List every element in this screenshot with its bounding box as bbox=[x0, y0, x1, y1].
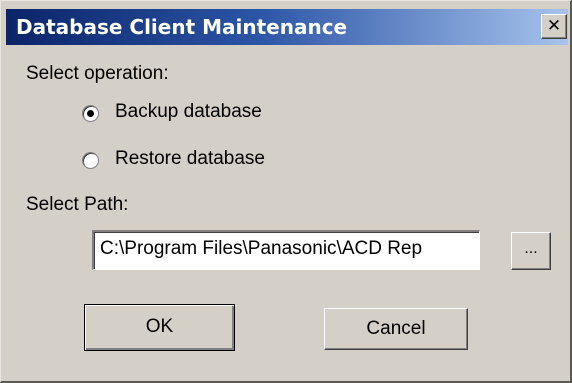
select-path-label: Select Path: bbox=[26, 194, 129, 215]
radio-label-restore[interactable]: Restore database bbox=[115, 148, 265, 170]
window-title: Database Client Maintenance bbox=[16, 15, 348, 39]
path-input[interactable]: C:\Program Files\Panasonic\ACD Rep bbox=[92, 230, 480, 270]
database-client-maintenance-dialog: Database Client Maintenance ✕ Select ope… bbox=[0, 0, 572, 383]
select-operation-label: Select operation: bbox=[26, 63, 169, 84]
radio-label-backup[interactable]: Backup database bbox=[115, 101, 262, 123]
close-icon: ✕ bbox=[546, 16, 562, 36]
close-button[interactable]: ✕ bbox=[541, 14, 567, 39]
radio-button-restore[interactable] bbox=[82, 152, 99, 169]
radio-selected-dot-icon bbox=[87, 110, 94, 117]
radio-button-backup[interactable] bbox=[82, 105, 99, 122]
cancel-button[interactable]: Cancel bbox=[324, 308, 468, 350]
title-bar: Database Client Maintenance ✕ bbox=[6, 9, 568, 45]
ok-button[interactable]: OK bbox=[84, 304, 235, 351]
browse-button[interactable]: ... bbox=[511, 232, 551, 270]
